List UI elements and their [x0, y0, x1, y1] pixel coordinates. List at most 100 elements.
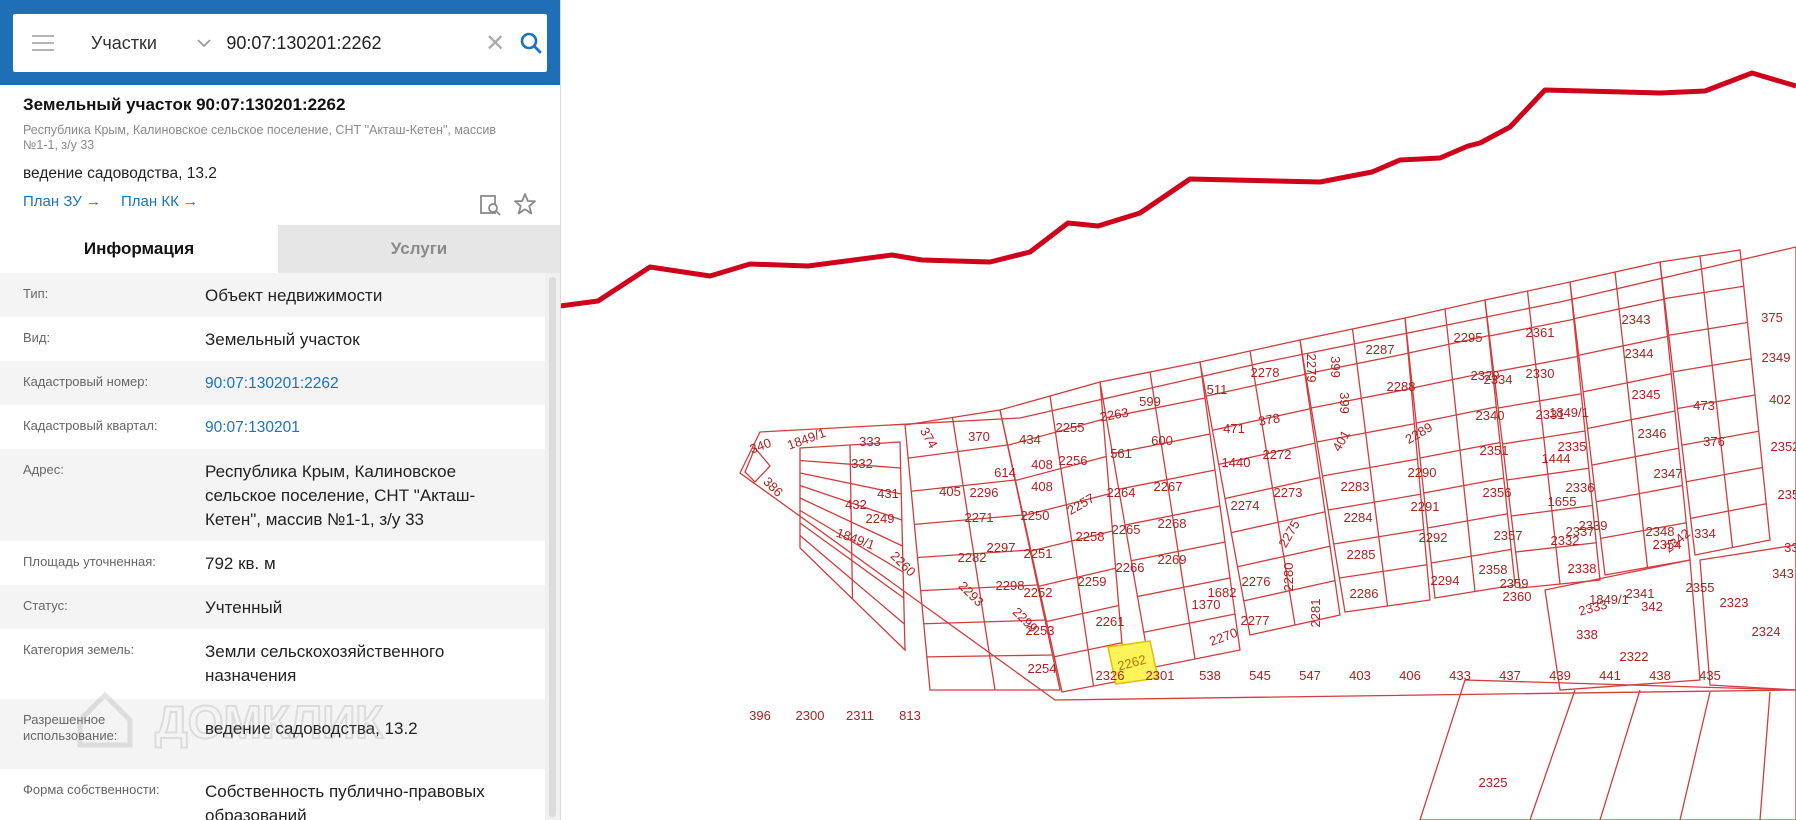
- parcel-label: 2343: [1622, 312, 1651, 327]
- parcel-label: 2252: [1024, 585, 1053, 600]
- cadastral-quarter-link[interactable]: 90:07:130201: [205, 416, 505, 440]
- parcel-label: 2358: [1479, 562, 1508, 577]
- parcel-card-header: Земельный участок 90:07:130201:2262 Респ…: [0, 85, 560, 225]
- parcel-label: 2349: [1762, 350, 1791, 365]
- properties-table: Тип: Объект недвижимости Вид: Земельный …: [0, 273, 545, 820]
- parcel-label: 2250: [1021, 508, 1050, 523]
- cadastral-number-link[interactable]: 90:07:130201:2262: [205, 372, 505, 396]
- parcel-label: 2297: [987, 540, 1016, 555]
- parcel-label: 2254: [1028, 661, 1057, 676]
- parcel-label: 538: [1199, 668, 1221, 683]
- parcel-label: 2259: [1078, 574, 1107, 589]
- collapse-panel-button[interactable]: [560, 28, 561, 58]
- parcel-label: 333: [859, 434, 881, 449]
- parcel-label: 2261: [1096, 614, 1125, 629]
- card-address: Республика Крым, Калиновское сельское по…: [23, 123, 496, 152]
- parcel-label: 2276: [1242, 574, 1271, 589]
- document-search-icon[interactable]: [478, 193, 502, 217]
- parcel-label: 2345: [1632, 387, 1661, 402]
- property-label: Адрес:: [23, 462, 64, 477]
- property-label: Категория земель:: [23, 642, 135, 657]
- parcel-label: 399: [1337, 392, 1352, 414]
- scroll-thumb[interactable]: [549, 277, 556, 817]
- parcel-label: 471: [1223, 421, 1245, 436]
- property-row: Адрес: Республика Крым, Калиновское сель…: [0, 449, 545, 541]
- parcel-label: 2255: [1056, 420, 1085, 435]
- parcel-label: 2300: [796, 708, 825, 723]
- parcel-label: 2354: [1653, 537, 1682, 552]
- property-value: ведение садоводства, 13.2: [205, 719, 418, 738]
- property-value: Земельный участок: [205, 330, 360, 349]
- parcel-label: 2287: [1366, 342, 1395, 357]
- parcel-label: 2278: [1251, 365, 1280, 380]
- parcel-label: 2265: [1112, 522, 1141, 537]
- parcel-label: 2346: [1638, 426, 1667, 441]
- plan-kk-link[interactable]: План КК →: [121, 193, 198, 210]
- favorite-star-icon[interactable]: [513, 192, 537, 216]
- parcel-label: 408: [1031, 479, 1053, 494]
- chevron-down-icon[interactable]: [194, 33, 214, 53]
- property-label: Площадь уточненная:: [23, 554, 156, 569]
- parcel-label: 1849/1: [1549, 405, 1589, 420]
- property-row: Статус: Учтенный: [0, 585, 545, 629]
- parcel-label: 1682: [1208, 585, 1237, 600]
- search-box: Участки ✕: [13, 14, 547, 72]
- parcel-label: 2285: [1347, 547, 1376, 562]
- parcel-label: 435: [1699, 668, 1721, 683]
- parcel-label: 406: [1399, 668, 1421, 683]
- parcel-label: 2360: [1503, 589, 1532, 604]
- parcel-label: 396: [749, 708, 771, 723]
- parcel-label: 375: [1761, 310, 1783, 325]
- parcel-label: 438: [1649, 668, 1671, 683]
- search-input[interactable]: [226, 32, 476, 54]
- property-value: Республика Крым, Калиновское сельское по…: [205, 462, 476, 529]
- property-row: Площадь уточненная: 792 кв. м: [0, 541, 545, 585]
- parcel-label: 2325: [1479, 775, 1508, 790]
- search-button[interactable]: [515, 27, 547, 59]
- parcel-label: 2288: [1387, 379, 1416, 394]
- property-row: Разрешенное использование: ведение садов…: [0, 699, 545, 769]
- property-label: Тип:: [23, 286, 49, 301]
- parcel-label: 2279: [1304, 354, 1319, 383]
- parcel-label: 2291: [1411, 499, 1440, 514]
- parcel-label: 2273: [1274, 485, 1303, 500]
- parcel-label: 1849/1: [1589, 592, 1629, 607]
- parcel-label: 614: [994, 465, 1016, 480]
- parcel-label: 2330: [1526, 366, 1555, 381]
- property-label: Разрешенное использование:: [23, 712, 118, 743]
- page-title: Земельный участок 90:07:130201:2262: [23, 95, 346, 114]
- parcel-label: 2256: [1059, 453, 1088, 468]
- parcel-label: 2338: [1568, 561, 1597, 576]
- property-value: 792 кв. м: [205, 554, 276, 573]
- category-select[interactable]: Участки: [91, 33, 191, 54]
- scrollbar[interactable]: [545, 273, 560, 820]
- parcel-label: 332: [851, 456, 873, 471]
- parcel-label: 2323: [1720, 595, 1749, 610]
- tab-info[interactable]: Информация: [0, 225, 278, 273]
- parcel-label: 432: [845, 497, 867, 512]
- parcel-label: 342: [1641, 599, 1663, 614]
- property-row: Кадастровый номер: 90:07:130201:2262: [0, 361, 545, 405]
- parcel-label: 2269: [1158, 552, 1187, 567]
- parcel-label: 439: [1549, 668, 1571, 683]
- parcel-label: 2277: [1241, 613, 1270, 628]
- parcel-label: 2356: [1483, 485, 1512, 500]
- parcel-label: 2296: [970, 485, 999, 500]
- clear-icon[interactable]: ✕: [485, 29, 505, 58]
- property-row: Кадастровый квартал: 90:07:130201: [0, 405, 545, 449]
- property-value: Объект недвижимости: [205, 286, 383, 305]
- parcel-label: 511: [1207, 382, 1228, 397]
- parcel-label: 434: [1019, 432, 1041, 447]
- parcel-label: 343: [1772, 566, 1794, 581]
- plan-zu-link[interactable]: План ЗУ →: [23, 193, 101, 210]
- parcel-label: 2340: [1476, 408, 1505, 423]
- parcel-label: 433: [1449, 668, 1471, 683]
- parcel-label: 2335: [1558, 439, 1587, 454]
- tab-services[interactable]: Услуги: [278, 225, 560, 273]
- menu-icon[interactable]: [32, 35, 54, 51]
- parcel-label: 547: [1299, 668, 1321, 683]
- parcel-label: 2301: [1146, 668, 1175, 683]
- parcel-label: 2339: [1579, 518, 1608, 533]
- parcel-label: 437: [1499, 668, 1521, 683]
- parcel-label: 408: [1031, 457, 1053, 472]
